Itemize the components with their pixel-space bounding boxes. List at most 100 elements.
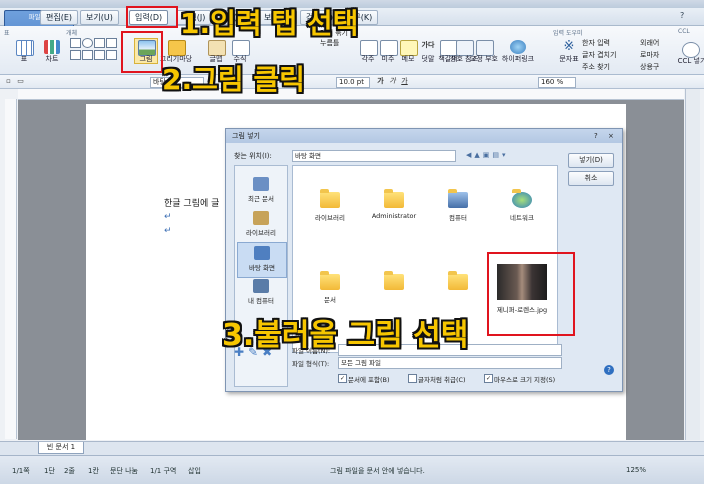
shape-icon[interactable]	[70, 38, 81, 48]
status-mode: 문단 나눔	[110, 467, 138, 475]
group-label-object: 개체	[66, 30, 78, 37]
highlight-insert-tab	[126, 6, 178, 28]
open-icon[interactable]: ▭	[16, 77, 25, 86]
status-zoom[interactable]: 125%	[626, 466, 646, 474]
horizontal-ruler[interactable]	[18, 89, 684, 100]
nav-toolbar-icons[interactable]: ◀▲▣▤▾	[466, 151, 509, 159]
cancel-button[interactable]: 취소	[568, 171, 614, 186]
embed-checkbox[interactable]: ✓	[338, 374, 347, 383]
recent-docs-icon	[253, 177, 269, 191]
ccl-button-label: CCL 넣기	[677, 57, 704, 65]
symbol-icon: ※	[563, 39, 575, 54]
menu-view[interactable]: 보기(U)	[80, 10, 119, 25]
status-message: 그림 파일을 문서 안에 넣습니다.	[330, 467, 425, 475]
library-folder-icon	[320, 189, 340, 208]
status-column: 1단	[44, 467, 55, 475]
location-select[interactable]: 바탕 화면	[292, 150, 456, 162]
file-item[interactable]: 라이브러리	[301, 172, 359, 246]
loanword[interactable]: 외래어	[640, 38, 659, 48]
file-label: 라이브러리	[315, 214, 345, 222]
shape-icon[interactable]	[106, 38, 117, 48]
group-label-input-helper: 입력 도우미	[553, 30, 583, 37]
romanize[interactable]: 로마자	[640, 50, 659, 60]
vertical-ruler[interactable]	[5, 99, 17, 439]
folder-icon	[448, 271, 468, 290]
highlight-image-file	[487, 252, 575, 336]
proof-mark-button[interactable]: 교정 부호	[470, 38, 498, 64]
shape-icon[interactable]	[106, 50, 117, 60]
folder-icon	[384, 271, 404, 290]
filetype-select[interactable]: 모든 그림 파일	[338, 357, 562, 369]
shape-icon[interactable]	[70, 50, 81, 60]
mouse-size-checkbox[interactable]: ✓	[484, 374, 493, 383]
vertical-scrollbar[interactable]	[685, 89, 700, 440]
address-search[interactable]: 주소 찾기	[582, 62, 610, 72]
folder-icon	[320, 271, 340, 290]
status-insert: 삽입	[188, 467, 201, 475]
place-libraries[interactable]: 라이브러리	[237, 208, 285, 242]
symbol-button[interactable]: ※ 문자표	[557, 38, 581, 64]
group-label-ccl: CCL	[678, 28, 690, 35]
shape-icon[interactable]	[82, 50, 93, 60]
desktop-icon	[254, 246, 270, 260]
user-folder-icon	[384, 189, 404, 208]
chart-button[interactable]: 차트	[40, 38, 64, 64]
document-tab-bar	[0, 441, 704, 455]
step3-caption: 3.불러올 그림 선택	[222, 318, 469, 353]
file-label: 컴퓨터	[449, 214, 467, 222]
file-item[interactable]: 네트워크	[493, 172, 551, 246]
computer-icon	[253, 279, 269, 293]
mouse-size-label: 마우스로 크기 지정(S)	[494, 376, 556, 384]
help-icon[interactable]: ?	[604, 365, 614, 375]
status-char: 1칸	[88, 467, 99, 475]
menu-edit[interactable]: 편집(E)	[40, 10, 79, 25]
hyperlink-icon	[510, 40, 526, 54]
hyperlink-button-label: 하이퍼링크	[501, 55, 535, 63]
treat-as-char-checkbox[interactable]	[408, 374, 417, 383]
shape-icon[interactable]	[82, 38, 93, 48]
shape-icon[interactable]	[94, 38, 105, 48]
ruby-icon: 가다	[421, 41, 435, 49]
underline-button[interactable]: 가	[400, 77, 409, 86]
bold-button[interactable]: 가	[376, 77, 385, 86]
file-item[interactable]: 컴퓨터	[429, 172, 487, 246]
status-section: 1/1 구역	[150, 467, 177, 475]
step2-caption: 2.그림 클릭	[162, 63, 305, 96]
place-label: 라이브러리	[246, 229, 276, 237]
hyperlink-button[interactable]: 하이퍼링크	[502, 38, 534, 64]
help-icon[interactable]: ?	[680, 11, 684, 20]
chart-icon	[44, 40, 60, 54]
file-label: Administrator	[371, 212, 417, 220]
hanja-input[interactable]: 한자 입력	[582, 38, 610, 48]
file-item[interactable]: Administrator	[365, 172, 423, 246]
dialog-titlebar: 그림 넣기 ? ×	[226, 129, 622, 143]
computer-icon	[448, 189, 468, 208]
proof-mark-button-label: 교정 부호	[470, 55, 498, 63]
place-computer[interactable]: 내 컴퓨터	[237, 276, 285, 310]
help-icon[interactable]: ?	[594, 129, 598, 143]
network-icon	[512, 189, 532, 208]
place-label: 내 컴퓨터	[248, 297, 274, 305]
status-line: 2줄	[64, 467, 75, 475]
dialog-title: 그림 넣기	[232, 132, 260, 140]
ccl-button[interactable]: CCL 넣기	[678, 40, 704, 66]
shape-icon[interactable]	[94, 50, 105, 60]
close-icon[interactable]: ×	[608, 129, 614, 143]
insert-button[interactable]: 넣기(D)	[568, 153, 614, 168]
italic-button[interactable]: 가	[388, 77, 397, 86]
place-label: 바탕 화면	[249, 264, 275, 272]
char-overlap[interactable]: 글자 겹치기	[582, 50, 616, 60]
place-desktop[interactable]: 바탕 화면	[237, 242, 287, 278]
place-recent[interactable]: 최근 문서	[237, 174, 285, 208]
document-text: 한글 그림에 글	[164, 199, 220, 209]
font-size-select[interactable]: 10.0 pt	[336, 77, 370, 88]
document-tab[interactable]: 빈 문서 1	[38, 442, 84, 454]
filetype-label: 파일 형식(T):	[292, 360, 330, 368]
phrase[interactable]: 상용구	[640, 62, 659, 72]
location-label: 찾는 위치(I):	[234, 152, 272, 160]
new-doc-icon[interactable]: ▫	[4, 77, 13, 86]
zoom-select[interactable]: 160 %	[538, 77, 576, 88]
file-label: 네트워크	[510, 214, 534, 222]
treat-as-char-label: 글자처럼 취급(C)	[418, 376, 466, 384]
embed-label: 문서에 포함(B)	[348, 376, 390, 384]
